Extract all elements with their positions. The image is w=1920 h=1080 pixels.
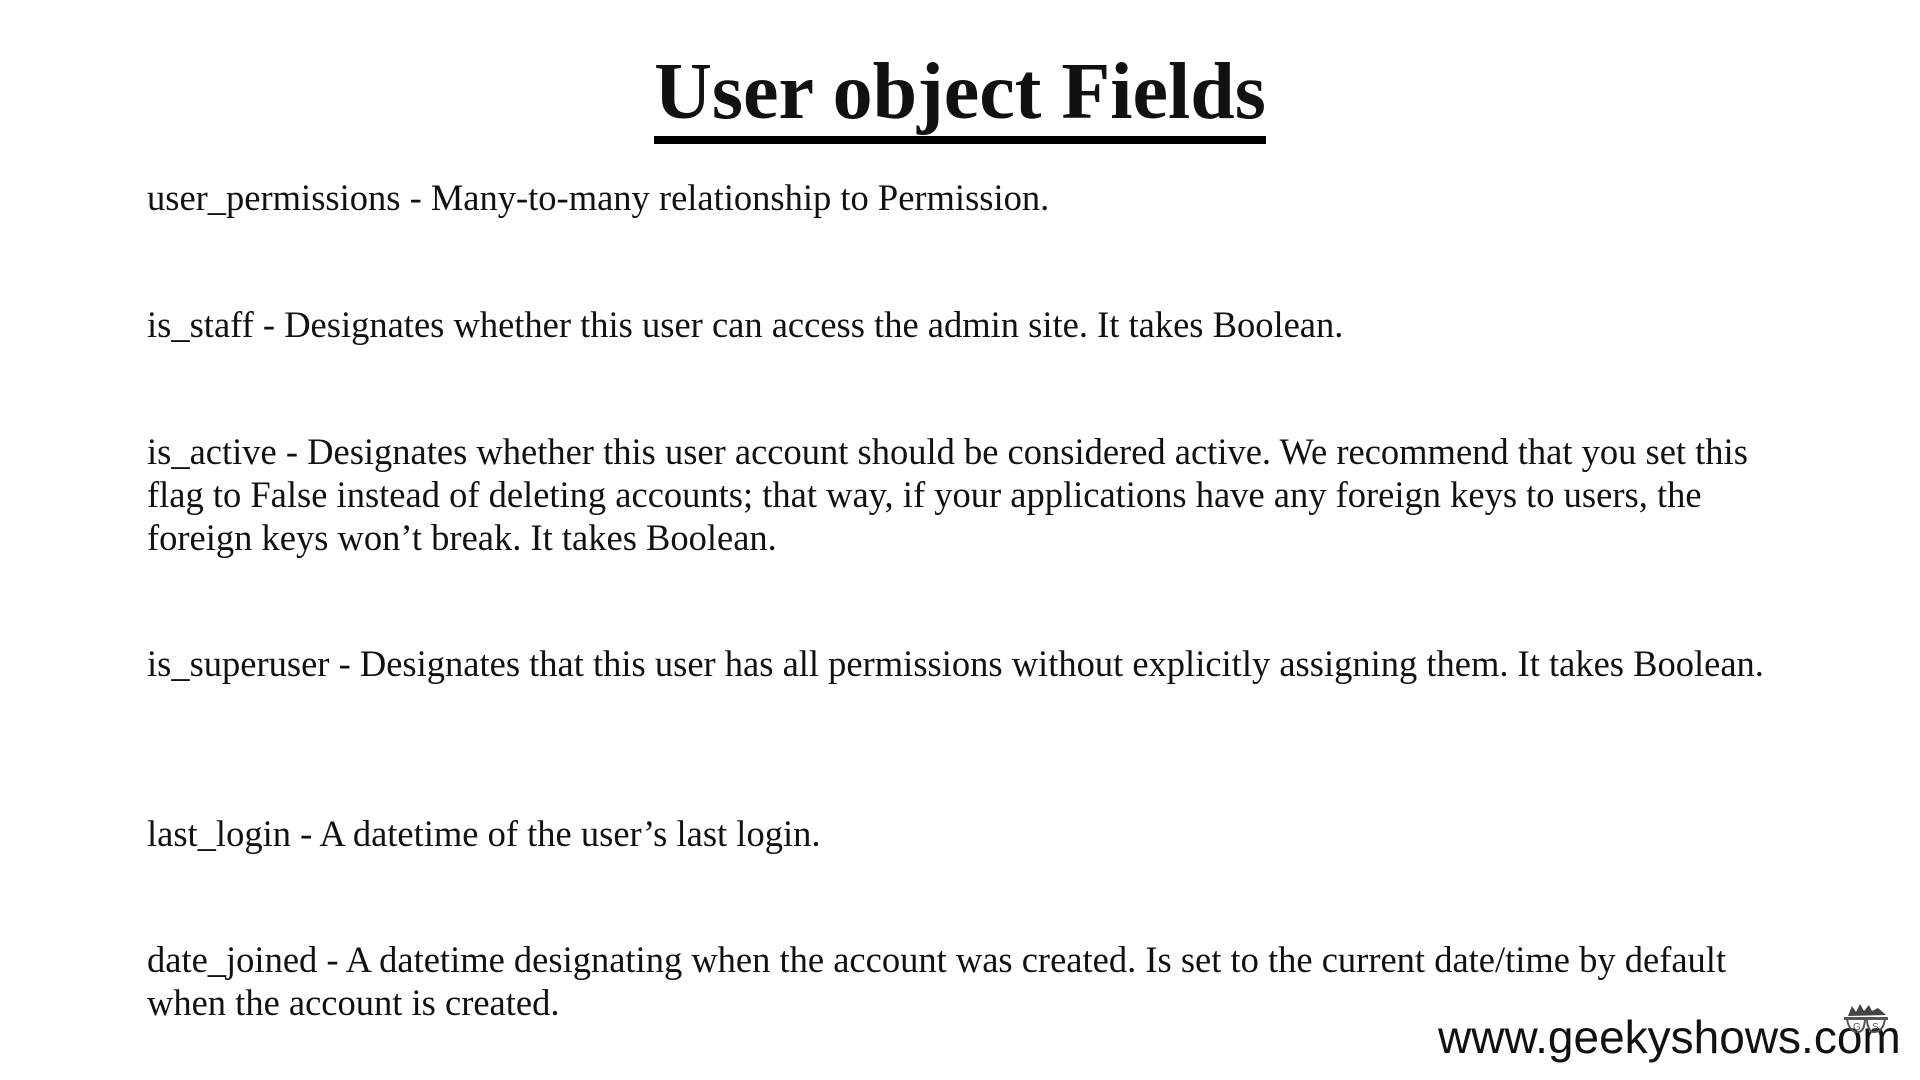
geekyshows-logo-icon: G S xyxy=(1844,1004,1888,1034)
page-title-text: User object Fields xyxy=(654,48,1266,144)
field-user-permissions: user_permissions - Many-to-many relation… xyxy=(147,177,1050,218)
svg-text:S: S xyxy=(1872,1022,1879,1033)
field-is-staff: is_staff - Designates whether this user … xyxy=(147,304,1344,345)
watermark-url: www.geekyshows.com xyxy=(1438,1011,1901,1063)
page-title: User object Fields xyxy=(0,42,1920,144)
field-is-superuser: is_superuser - Designates that this user… xyxy=(147,643,1764,684)
field-last-login: last_login - A datetime of the user’s la… xyxy=(147,813,821,854)
field-is-active: is_active - Designates whether this user… xyxy=(147,431,1748,558)
svg-text:G: G xyxy=(1853,1022,1861,1033)
